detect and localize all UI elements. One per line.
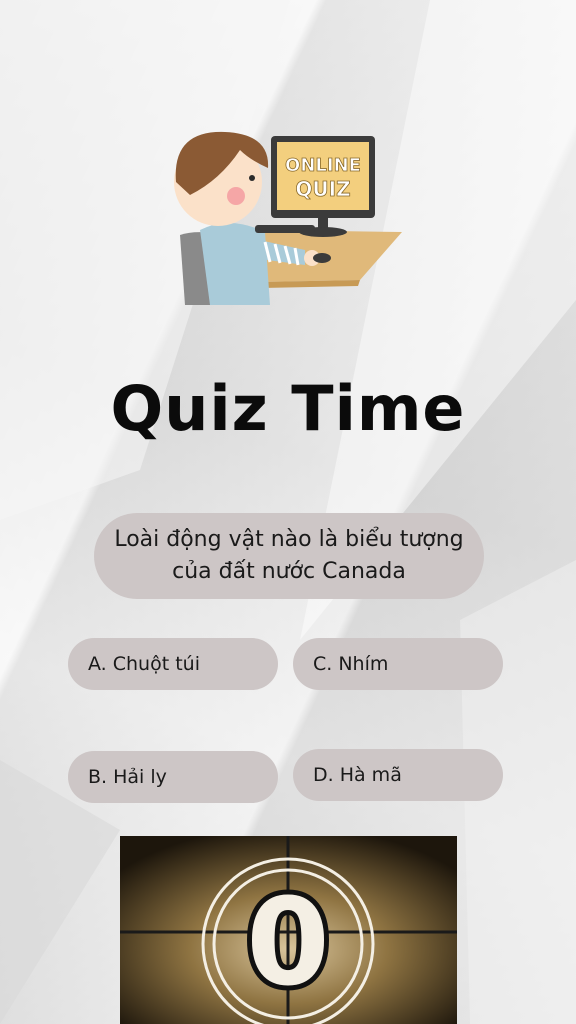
answer-b-label: B. Hải ly [88, 766, 167, 788]
online-quiz-illustration: ONLINE QUIZ [170, 120, 410, 305]
countdown-timer: 0 [120, 836, 457, 1024]
answer-a-label: A. Chuột túi [88, 653, 200, 675]
countdown-number: 0 [246, 874, 330, 1013]
question-text: Loài động vật nào là biểu tượng của đất … [114, 527, 464, 584]
monitor-text-quiz: QUIZ [295, 177, 350, 201]
answer-option-a[interactable]: A. Chuột túi [68, 638, 278, 690]
question-card: Loài động vật nào là biểu tượng của đất … [94, 513, 484, 599]
answer-option-c[interactable]: C. Nhím [293, 638, 503, 690]
monitor-text-online: ONLINE [285, 155, 361, 176]
child-body [200, 222, 270, 305]
answer-option-b[interactable]: B. Hải ly [68, 751, 278, 803]
answer-option-d[interactable]: D. Hà mã [293, 749, 503, 801]
answer-d-label: D. Hà mã [313, 764, 402, 786]
page-title: Quiz Time [110, 372, 466, 445]
answer-c-label: C. Nhím [313, 653, 389, 675]
